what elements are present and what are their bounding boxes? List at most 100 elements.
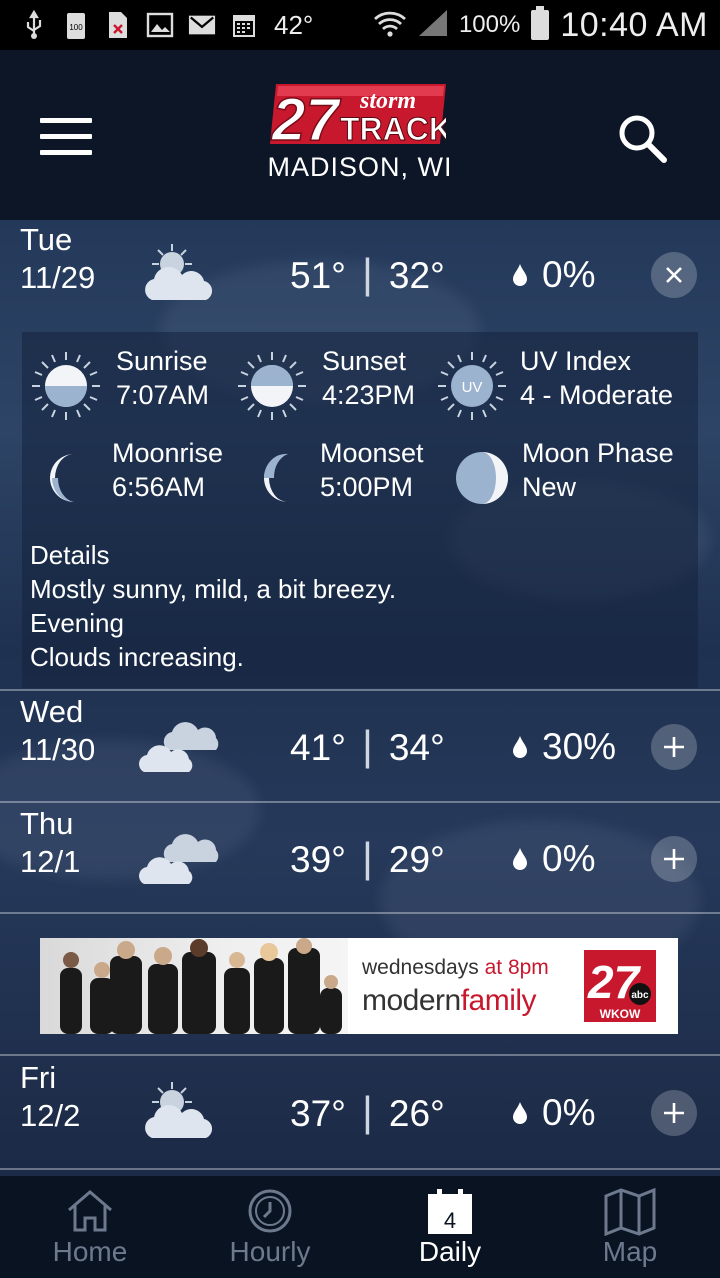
daily-forecast-list[interactable]: Tue 11/29 51° | 32° 0% Sunrise 7:07AM Su… (0, 220, 720, 1176)
ad-day: wednesdays (362, 956, 479, 979)
day-name: Fri (20, 1060, 57, 1095)
row-divider (0, 801, 720, 803)
day-name: Tue (20, 222, 73, 257)
day-row-wed[interactable]: Wed 11/30 41° | 34° 30% (0, 692, 720, 802)
nav-home-label: Home (52, 1236, 128, 1267)
day-name: Thu (20, 806, 74, 841)
partly-sunny-icon (138, 1080, 222, 1144)
calendar-day-number: 4 (444, 1208, 456, 1233)
home-icon (68, 1190, 112, 1232)
sunrise-label: Sunrise (116, 346, 208, 376)
battery-icon (530, 5, 550, 45)
moonrise-label: Moonrise (112, 438, 224, 468)
day-date: 12/1 (20, 844, 81, 879)
wkow-logo: 27 abc WKOW (584, 950, 656, 1022)
precip-value: 30% (542, 726, 617, 767)
ad-title-part2: family (460, 984, 537, 1017)
high-temp: 37° (290, 1093, 346, 1134)
ad-show-title: modernfamily (362, 984, 537, 1018)
high-temp: 51° (290, 255, 346, 296)
ad-network: abc (631, 990, 649, 1001)
notification-icons: 100 42° (20, 6, 313, 44)
precip-chance: 0% (512, 838, 595, 880)
nav-daily-label: Daily (418, 1236, 482, 1267)
sunrise-item: Sunrise 7:07AM (30, 346, 230, 426)
raindrop-icon (513, 1102, 527, 1124)
nav-daily[interactable]: 4 Daily (360, 1176, 540, 1278)
logo-word-track: TRACK (340, 111, 446, 147)
moonset-item: Moonset 5:00PM (248, 438, 438, 518)
wifi-icon (373, 8, 407, 43)
battery-percent: 100% (458, 11, 521, 38)
image-icon (146, 11, 174, 39)
close-icon (666, 267, 682, 283)
moonset-label: Moonset (320, 438, 424, 468)
logo-number: 27 (271, 86, 341, 150)
system-indicators: 100% 10:40 AM (373, 4, 708, 46)
uv-label: UV Index (520, 346, 632, 376)
uv-index-item: UV UV Index 4 - Moderate (436, 346, 698, 426)
row-divider (0, 1054, 720, 1056)
temp-separator: | (361, 250, 373, 297)
ad-schedule-text: wednesdays at 8pm (362, 956, 549, 980)
app-header: 27 storm TRACK MADISON, WI (0, 50, 720, 220)
high-temp: 39° (290, 839, 346, 880)
sunset-item: Sunset 4:23PM (236, 346, 436, 426)
raindrop-icon (513, 848, 527, 870)
file-error-icon (104, 11, 132, 39)
sunrise-icon (32, 352, 100, 420)
ad-banner[interactable]: wednesdays at 8pm modernfamily 27 abc WK… (40, 938, 678, 1034)
clock-icon (248, 1189, 292, 1233)
nav-home[interactable]: Home (0, 1176, 180, 1278)
moonrise-value: 6:56AM (112, 472, 206, 502)
precip-value: 0% (542, 838, 596, 879)
expand-button[interactable] (651, 836, 697, 882)
precip-chance: 0% (512, 1092, 595, 1134)
nav-hourly[interactable]: Hourly (180, 1176, 360, 1278)
expand-button[interactable] (651, 724, 697, 770)
day-row-tue[interactable]: Tue 11/29 51° | 32° 0% (0, 220, 720, 330)
map-icon (604, 1188, 656, 1236)
day-name: Wed (20, 694, 84, 729)
precip-chance: 0% (512, 254, 595, 296)
details-heading: Details (30, 540, 110, 570)
nav-map-label: Map (602, 1236, 658, 1267)
moonset-icon (263, 453, 288, 502)
moonset-value: 5:00PM (320, 472, 414, 502)
precip-value: 0% (542, 1092, 596, 1133)
status-bar: 100 42° 100% 10:40 AM (0, 0, 720, 50)
day-row-fri[interactable]: Fri 12/2 37° | 26° 0% (0, 1058, 720, 1168)
moon-phase-value: New (522, 472, 577, 502)
moon-phase-label: Moon Phase (522, 438, 674, 468)
search-icon[interactable] (612, 108, 672, 168)
usb-icon (20, 10, 48, 39)
day-date: 12/2 (20, 1098, 81, 1133)
signal-icon (417, 8, 449, 43)
temperature-range: 39° | 29° (290, 834, 445, 882)
row-divider (0, 912, 720, 914)
low-temp: 34° (388, 727, 445, 768)
precip-chance: 30% (512, 726, 616, 768)
sunset-label: Sunset (322, 346, 407, 376)
collapse-button[interactable] (651, 252, 697, 298)
raindrop-icon (513, 264, 527, 286)
evening-heading: Evening (30, 608, 124, 638)
nav-map[interactable]: Map (540, 1176, 720, 1278)
forecast-details: Details Mostly sunny, mild, a bit breezy… (30, 538, 396, 674)
day-row-thu[interactable]: Thu 12/1 39° | 29° 0% (0, 804, 720, 914)
sunrise-value: 7:07AM (116, 380, 210, 410)
gmail-icon (188, 11, 216, 39)
temp-separator: | (361, 1088, 373, 1135)
day-date: 11/29 (20, 260, 96, 295)
expand-button[interactable] (651, 1090, 697, 1136)
svg-text:100: 100 (69, 23, 83, 32)
precip-value: 0% (542, 254, 596, 295)
calendar-status-icon (230, 11, 258, 39)
moonrise-item: Moonrise 6:56AM (30, 438, 230, 518)
sunset-icon (238, 352, 306, 420)
plus-icon (664, 1103, 684, 1123)
temp-separator: | (361, 834, 373, 881)
ad-station-call: WKOW (600, 1007, 641, 1021)
plus-icon (664, 849, 684, 869)
moon-phase-item: Moon Phase New (450, 438, 698, 518)
